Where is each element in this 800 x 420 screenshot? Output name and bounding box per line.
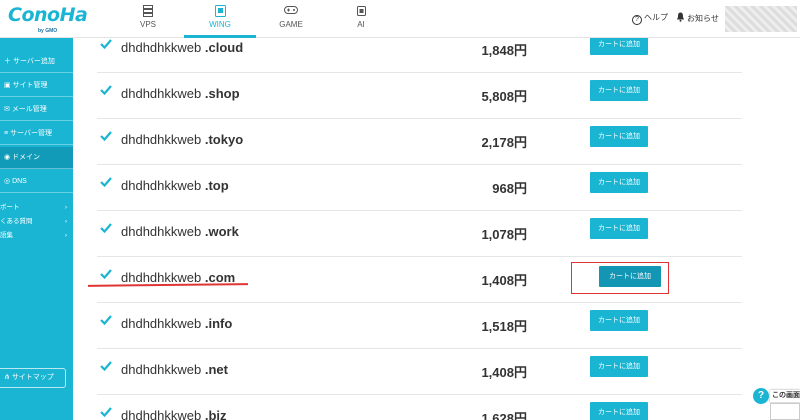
notice-link[interactable]: お知らせ bbox=[676, 12, 719, 24]
domain-price: 1,518円 bbox=[481, 319, 527, 334]
tab-wing[interactable]: WING bbox=[184, 0, 256, 38]
list-item: dhdhdhkkweb .top 968円 カートに追加 bbox=[97, 165, 742, 211]
domain-price: 968円 bbox=[492, 181, 527, 196]
sidebar-item-server-add[interactable]: ＋ サーバー追加 bbox=[0, 51, 73, 73]
domain-icon: ◉ bbox=[4, 154, 13, 161]
question-icon: ? bbox=[632, 15, 642, 25]
wing-icon bbox=[213, 5, 227, 18]
help-link[interactable]: ? ヘルプ bbox=[632, 12, 668, 25]
domain-name: dhdhdhkkweb .net bbox=[121, 362, 228, 377]
domain-name: dhdhdhkkweb .info bbox=[121, 316, 233, 331]
list-item: dhdhdhkkweb .shop 5,808円 カートに追加 bbox=[97, 73, 742, 119]
domain-price: 1,078円 bbox=[481, 227, 527, 242]
user-account-blurred[interactable] bbox=[725, 6, 797, 32]
add-to-cart-button[interactable]: カートに追加 bbox=[590, 310, 648, 331]
domain-name: dhdhdhkkweb .tokyo bbox=[121, 132, 244, 147]
sidebar-item-domain[interactable]: ◉ ドメイン bbox=[0, 147, 73, 169]
gamepad-icon bbox=[284, 5, 298, 18]
help-label: ヘルプ bbox=[644, 13, 668, 22]
checkmark-icon bbox=[100, 175, 112, 188]
tab-game[interactable]: GAME bbox=[255, 0, 327, 38]
checkmark-icon bbox=[100, 267, 112, 280]
dns-icon: ◎ bbox=[4, 178, 13, 185]
checkmark-icon bbox=[100, 221, 112, 234]
plus-icon: ＋ bbox=[4, 58, 13, 65]
list-item: dhdhdhkkweb .info 1,518円 カートに追加 bbox=[97, 303, 742, 349]
help-widget-label[interactable]: この画面 bbox=[770, 390, 800, 402]
sidebar-item-site[interactable]: ▣ サイト管理 bbox=[0, 75, 73, 97]
checkmark-icon bbox=[100, 83, 112, 96]
chevron-right-icon: › bbox=[64, 232, 67, 239]
top-bar: ConoHa by GMO VPS WING GAME AI ? ヘルプ お知らせ bbox=[0, 0, 800, 38]
site-icon: ▣ bbox=[4, 82, 13, 89]
sitemap-button[interactable]: ⋔ サイトマップ bbox=[0, 368, 66, 388]
checkmark-icon bbox=[100, 405, 112, 418]
tab-vps-label: VPS bbox=[139, 20, 156, 29]
add-to-cart-button[interactable]: カートに追加 bbox=[590, 38, 648, 55]
domain-name: dhdhdhkkweb .cloud bbox=[121, 40, 244, 55]
bell-icon bbox=[676, 12, 685, 24]
sidebar-item-support[interactable]: ポート › bbox=[0, 201, 73, 215]
tab-ai[interactable]: AI bbox=[325, 0, 397, 38]
list-item: dhdhdhkkweb .net 1,408円 カートに追加 bbox=[97, 349, 742, 395]
add-to-cart-button[interactable]: カートに追加 bbox=[590, 172, 648, 193]
domain-name: dhdhdhkkweb .shop bbox=[121, 86, 240, 101]
list-item: dhdhdhkkweb .cloud 1,848円 カートに追加 bbox=[97, 38, 742, 73]
add-to-cart-button[interactable]: カートに追加 bbox=[590, 356, 648, 377]
mail-icon: ✉ bbox=[4, 106, 12, 113]
help-widget-panel bbox=[770, 403, 800, 420]
checkmark-icon bbox=[100, 359, 112, 372]
logo-sub: by GMO bbox=[38, 28, 58, 34]
sitemap-icon: ⋔ bbox=[4, 374, 12, 381]
domain-price: 1,408円 bbox=[481, 273, 527, 288]
chevron-right-icon: › bbox=[64, 204, 67, 211]
help-question-icon[interactable]: ? bbox=[753, 388, 769, 404]
tab-ai-label: AI bbox=[357, 20, 365, 29]
notice-label: お知らせ bbox=[687, 14, 719, 23]
domain-price: 1,848円 bbox=[481, 43, 527, 58]
ai-icon bbox=[354, 5, 368, 18]
domain-price: 1,628円 bbox=[481, 411, 527, 420]
add-to-cart-button[interactable]: カートに追加 bbox=[590, 402, 648, 420]
sidebar: ＋ サーバー追加 ▣ サイト管理 ✉ メール管理 ≡ サーバー管理 ◉ ドメイン… bbox=[0, 38, 73, 420]
logo-text: ConoHa bbox=[8, 4, 88, 26]
sidebar-item-server-manage[interactable]: ≡ サーバー管理 bbox=[0, 123, 73, 145]
conoha-logo[interactable]: ConoHa by GMO bbox=[8, 4, 88, 34]
highlight-box bbox=[571, 262, 669, 294]
tab-game-label: GAME bbox=[279, 20, 303, 29]
add-to-cart-button[interactable]: カートに追加 bbox=[590, 80, 648, 101]
add-to-cart-button[interactable]: カートに追加 bbox=[590, 218, 648, 239]
domain-name: dhdhdhkkweb .work bbox=[121, 224, 239, 239]
domain-name: dhdhdhkkweb .top bbox=[121, 178, 229, 193]
sidebar-item-faq[interactable]: くある質問 › bbox=[0, 215, 73, 229]
checkmark-icon bbox=[100, 129, 112, 142]
list-item: dhdhdhkkweb .tokyo 2,178円 カートに追加 bbox=[97, 119, 742, 165]
add-to-cart-button[interactable]: カートに追加 bbox=[590, 126, 648, 147]
checkmark-icon bbox=[100, 313, 112, 326]
tab-wing-label: WING bbox=[209, 20, 231, 29]
domain-list: dhdhdhkkweb .cloud 1,848円 カートに追加 dhdhdhk… bbox=[73, 38, 800, 420]
list-item: dhdhdhkkweb .biz 1,628円 カートに追加 bbox=[97, 395, 742, 420]
server-icon bbox=[141, 5, 155, 18]
domain-price: 5,808円 bbox=[481, 89, 527, 104]
sidebar-item-mail[interactable]: ✉ メール管理 bbox=[0, 99, 73, 121]
tab-vps[interactable]: VPS bbox=[112, 0, 184, 38]
list-item: dhdhdhkkweb .work 1,078円 カートに追加 bbox=[97, 211, 742, 257]
domain-price: 1,408円 bbox=[481, 365, 527, 380]
domain-price: 2,178円 bbox=[481, 135, 527, 150]
checkmark-icon bbox=[100, 38, 112, 50]
chevron-right-icon: › bbox=[64, 218, 67, 225]
sidebar-item-glossary[interactable]: 語集 › bbox=[0, 229, 73, 243]
domain-name: dhdhdhkkweb .biz bbox=[121, 408, 227, 420]
sidebar-item-dns[interactable]: ◎ DNS bbox=[0, 171, 73, 193]
